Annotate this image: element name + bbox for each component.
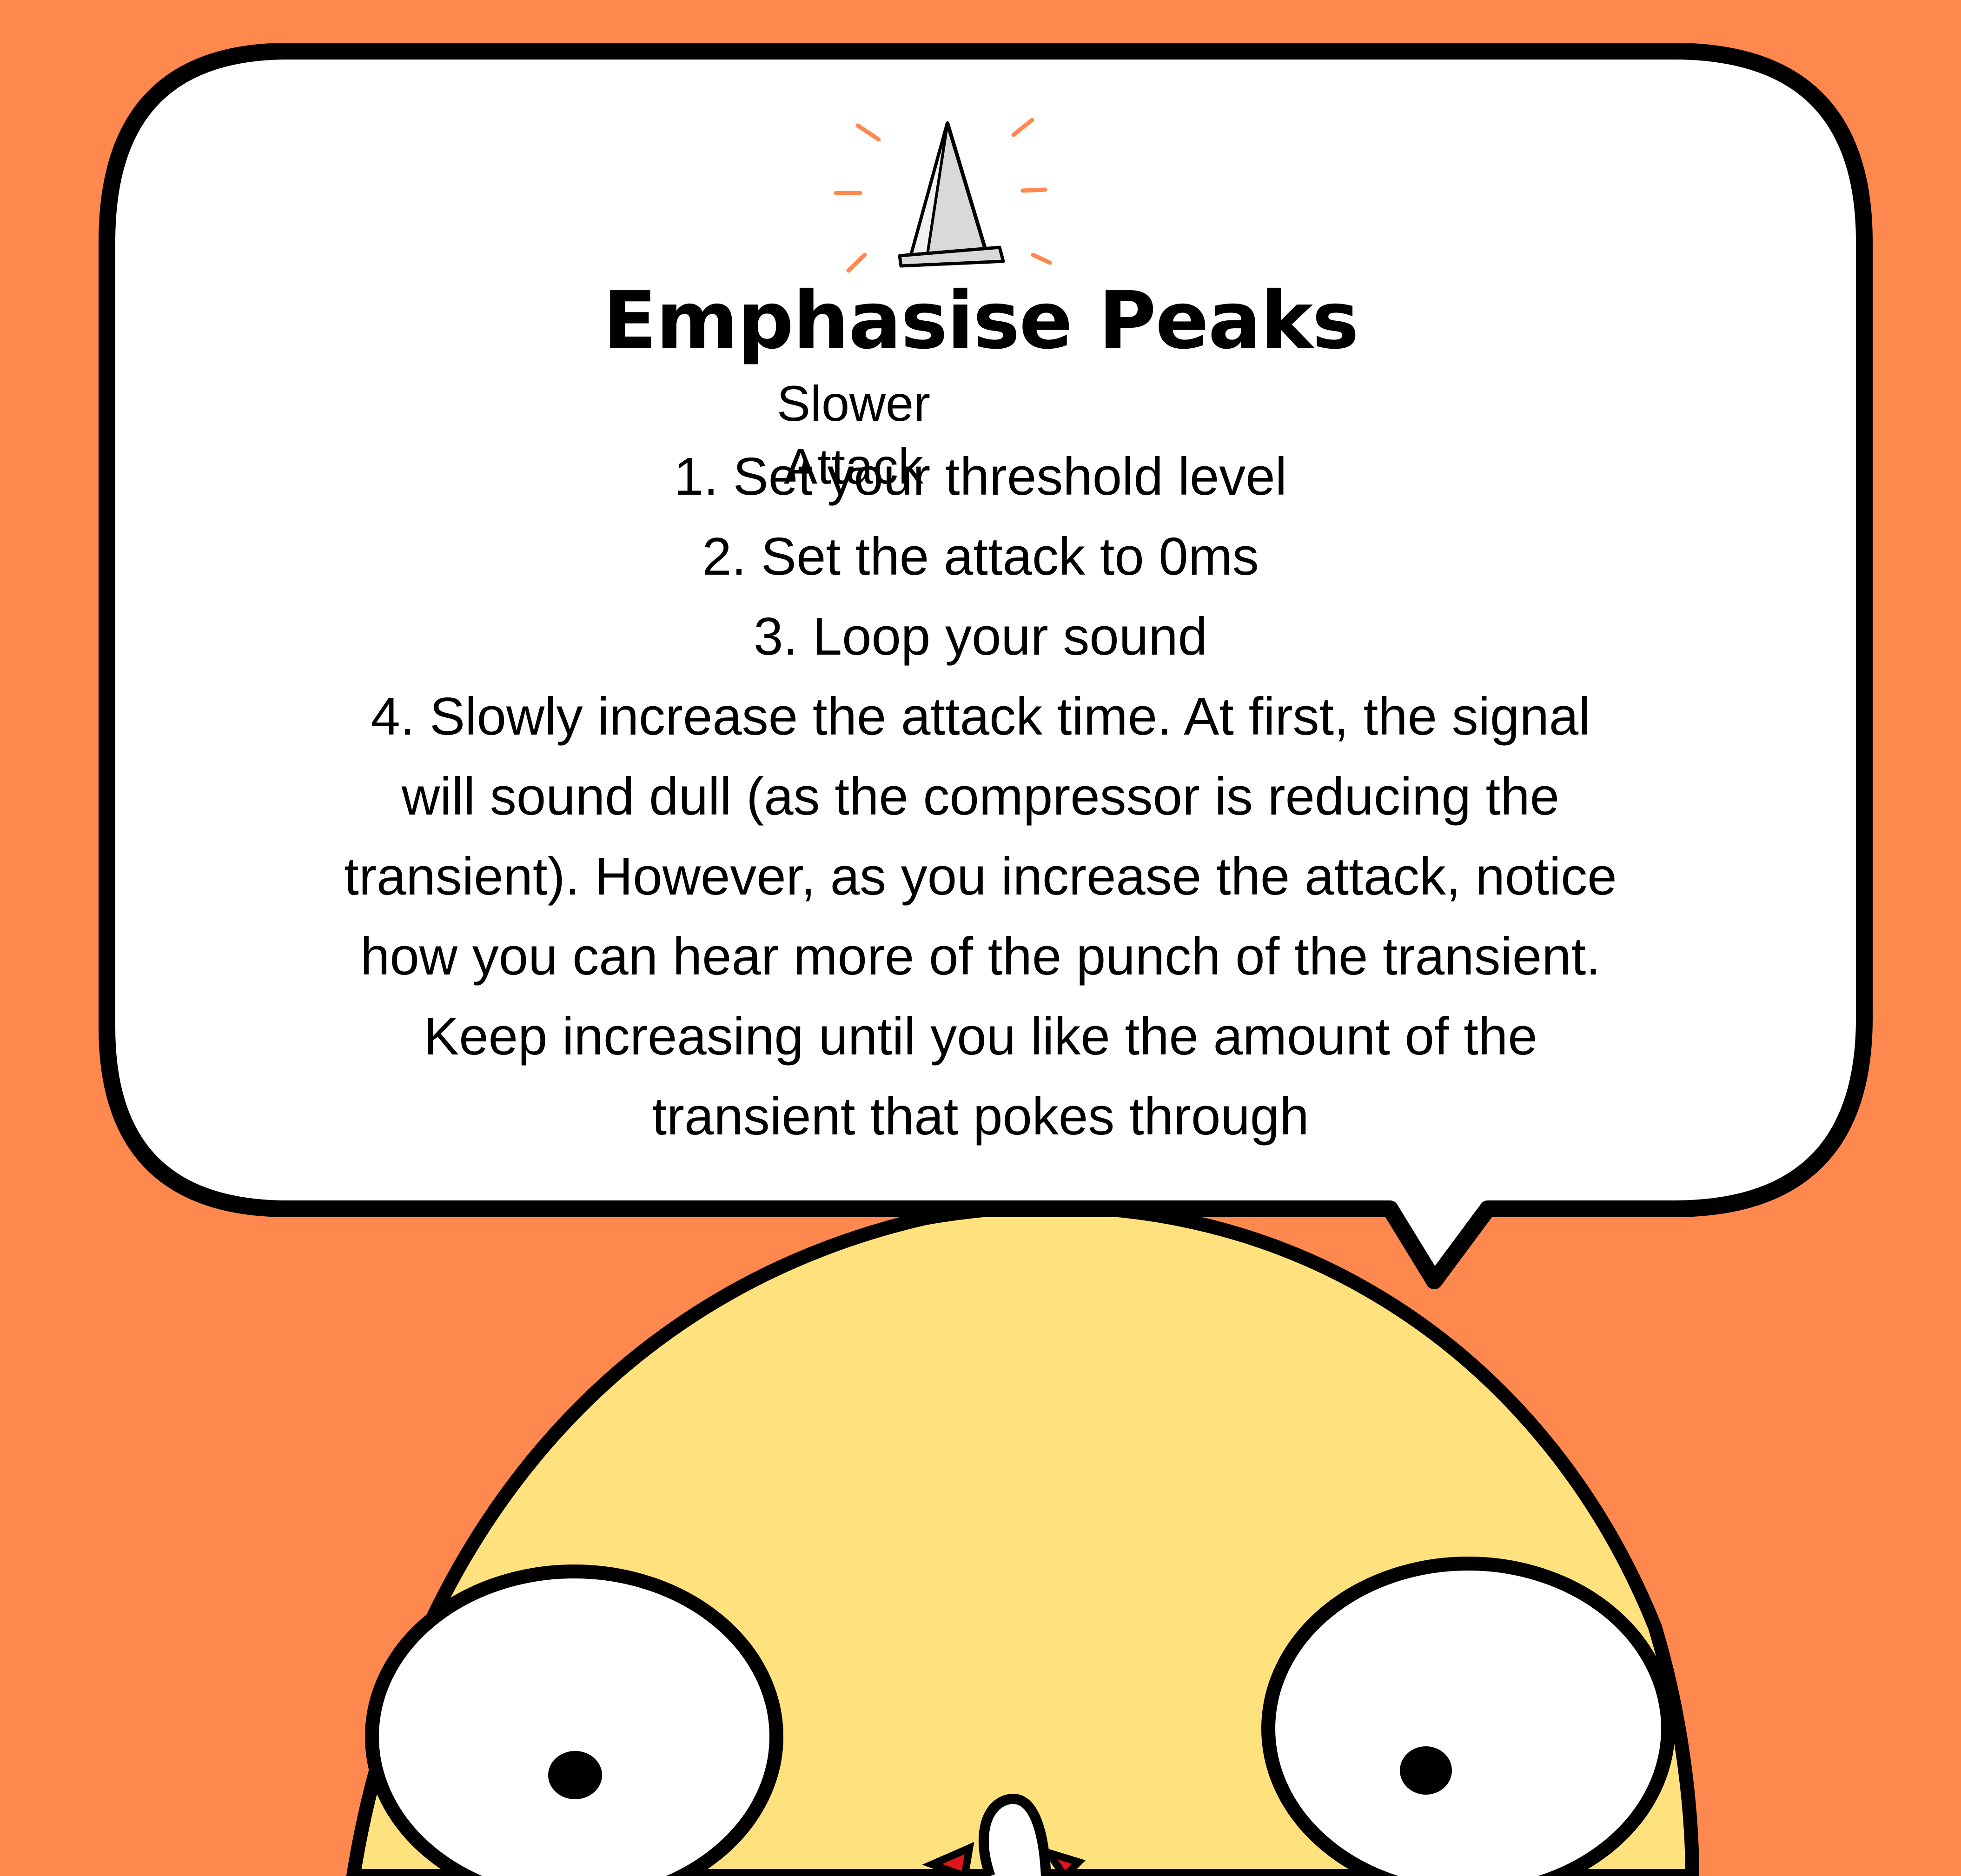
instruction-steps: 1. Set your threshold level 2. Set the a… [116,437,1845,1157]
step-line: transient that pokes through [652,1087,1309,1146]
step-line: transient). However, as you increase the… [344,847,1617,906]
character [346,1200,1700,1876]
step-line: 1. Set your threshold level [674,447,1287,506]
step-line: 2. Set the attack to 0ms [702,527,1259,586]
step-line: how you can hear more of the punch of th… [360,927,1601,986]
step-line: will sound dull (as the compressor is re… [401,767,1560,826]
step-line: 3. Loop your sound [753,607,1208,666]
left-eye [365,1564,783,1876]
step-line: Keep increasing until you like the amoun… [424,1007,1537,1066]
page-title: Emphasise Peaks [603,275,1359,367]
step-line: 4. Slowly increase the attack time. At f… [371,687,1590,746]
right-eye [1261,1557,1675,1876]
